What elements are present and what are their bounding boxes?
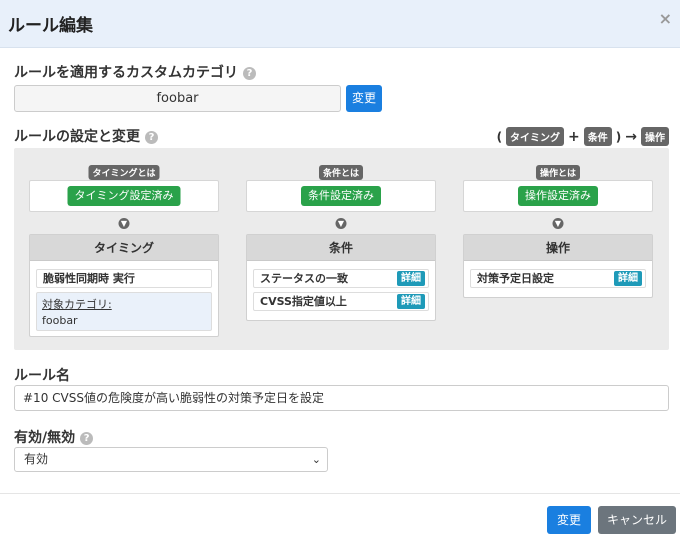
timing-box-title: タイミング	[30, 235, 218, 261]
legend-close-paren: )	[615, 129, 622, 144]
condition-item: ステータスの一致 詳細	[253, 269, 429, 288]
footer-divider	[0, 493, 680, 494]
rule-settings-panel: タイミングとは タイミング設定済み ▼ タイミング 脆弱性同期時 実行 対象カテ…	[14, 148, 669, 350]
detail-button[interactable]: 詳細	[397, 294, 425, 309]
condition-item-label: CVSS指定値以上	[260, 295, 347, 308]
help-icon[interactable]: ?	[243, 67, 256, 80]
timing-box: タイミング 脆弱性同期時 実行 対象カテゴリ: foobar	[29, 234, 219, 337]
timing-set-button[interactable]: タイミング設定済み	[67, 186, 181, 206]
legend-condition-tag: 条件	[583, 127, 612, 146]
detail-button[interactable]: 詳細	[397, 271, 425, 286]
dialog-title: ルール編集	[8, 16, 93, 36]
legend-plus: +	[568, 128, 580, 145]
operation-help-tag[interactable]: 操作とは	[535, 165, 581, 180]
enabled-heading: 有効/無効?	[14, 427, 94, 447]
operation-status-box: 操作設定済み	[463, 180, 653, 212]
arrow-down-icon: ▼	[335, 218, 347, 229]
rule-name-heading: ルール名	[14, 368, 70, 384]
detail-button[interactable]: 詳細	[614, 271, 642, 286]
settings-heading-label: ルールの設定と変更	[14, 129, 140, 145]
legend-open-paren: (	[496, 129, 503, 144]
condition-status-box: 条件設定済み	[246, 180, 436, 212]
condition-item-label: ステータスの一致	[260, 272, 348, 285]
arrow-down-icon: ▼	[552, 218, 564, 229]
legend-timing-tag: タイミング	[506, 127, 565, 146]
operation-item-label: 対策予定日設定	[477, 272, 554, 285]
condition-help-tag[interactable]: 条件とは	[318, 165, 364, 180]
help-icon[interactable]: ?	[145, 131, 158, 144]
operation-set-button[interactable]: 操作設定済み	[518, 186, 598, 206]
target-category: 対象カテゴリ: foobar	[36, 292, 212, 331]
chevron-down-icon: ⌄	[311, 453, 321, 466]
category-field[interactable]: foobar	[14, 85, 341, 112]
operation-box: 操作 対策予定日設定 詳細	[463, 234, 653, 298]
legend-operation-tag: 操作	[641, 127, 669, 146]
timing-status-box: タイミング設定済み	[29, 180, 219, 212]
operation-box-title: 操作	[464, 235, 652, 261]
enabled-select[interactable]: 有効 ⌄	[14, 447, 328, 472]
arrow-down-icon: ▼	[118, 218, 130, 229]
condition-item: CVSS指定値以上 詳細	[253, 292, 429, 311]
target-category-value: foobar	[42, 314, 78, 327]
condition-box-title: 条件	[247, 235, 435, 261]
change-button[interactable]: 変更	[547, 506, 591, 534]
cancel-button[interactable]: キャンセル	[598, 506, 676, 534]
timing-help-tag[interactable]: タイミングとは	[88, 165, 160, 180]
settings-heading: ルールの設定と変更?	[14, 126, 158, 146]
target-category-label[interactable]: 対象カテゴリ:	[42, 296, 206, 312]
arrow-right-icon: →	[625, 128, 637, 145]
rule-legend: ( タイミング + 条件 ) → 操作	[497, 127, 669, 146]
category-change-button[interactable]: 変更	[346, 85, 382, 112]
timing-item: 脆弱性同期時 実行	[36, 269, 212, 288]
condition-set-button[interactable]: 条件設定済み	[301, 186, 381, 206]
dialog-header: ルール編集 ×	[0, 0, 680, 48]
operation-item: 対策予定日設定 詳細	[470, 269, 646, 288]
close-icon[interactable]: ×	[659, 11, 672, 27]
condition-box: 条件 ステータスの一致 詳細 CVSS指定値以上 詳細	[246, 234, 436, 321]
enabled-select-value: 有効	[24, 452, 49, 466]
help-icon[interactable]: ?	[80, 432, 94, 445]
enabled-heading-label: 有効/無効	[14, 430, 76, 446]
category-heading-label: ルールを適用するカスタムカテゴリ	[14, 65, 238, 81]
category-heading: ルールを適用するカスタムカテゴリ?	[14, 62, 256, 82]
rule-name-input[interactable]: #10 CVSS値の危険度が高い脆弱性の対策予定日を設定	[14, 385, 669, 411]
